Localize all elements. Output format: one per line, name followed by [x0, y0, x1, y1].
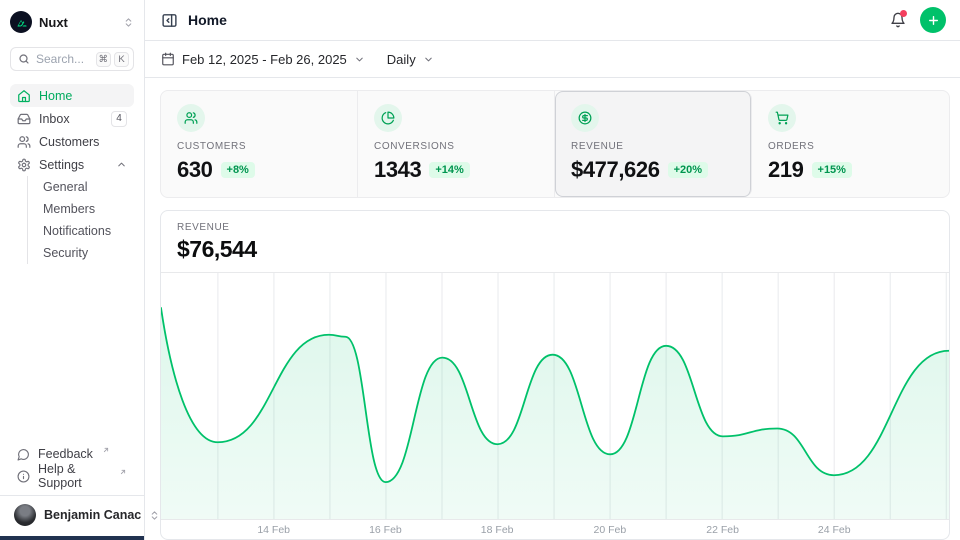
chevron-up-icon: [116, 159, 127, 170]
delta-badge: +15%: [812, 162, 852, 178]
chart-plot-area: [161, 272, 949, 519]
pie-chart-icon: [374, 104, 402, 132]
nuxt-logo-icon: [10, 11, 32, 33]
chevron-down-icon: [354, 54, 365, 65]
stat-label: CUSTOMERS: [177, 141, 341, 152]
notifications-button[interactable]: [890, 12, 906, 28]
delta-badge: +20%: [668, 162, 708, 178]
notification-dot: [900, 10, 907, 17]
users-icon: [17, 135, 31, 149]
search-placeholder: Search...: [36, 52, 90, 66]
stat-card[interactable]: CUSTOMERS 630 +8%: [161, 91, 358, 197]
stat-value: 630: [177, 157, 213, 183]
search-icon: [18, 53, 30, 65]
inbox-icon: [17, 112, 31, 126]
x-tick-label: 20 Feb: [593, 524, 626, 536]
cart-icon: [768, 104, 796, 132]
workspace-switcher[interactable]: Nuxt: [10, 10, 134, 34]
sidebar: Nuxt Search... ⌘ K Home: [0, 0, 145, 540]
user-name: Benjamin Canac: [44, 508, 141, 522]
gear-icon: [17, 158, 31, 172]
settings-subnav: General Members Notifications Security: [27, 176, 134, 264]
search-shortcut: ⌘ K: [96, 52, 130, 67]
chevron-down-icon: [423, 54, 434, 65]
sidebar-item-notifications[interactable]: Notifications: [28, 220, 134, 242]
sidebar-item-customers[interactable]: Customers: [10, 130, 134, 153]
avatar: [14, 504, 36, 526]
chevrons-up-down-icon: [149, 510, 160, 521]
sidebar-item-security[interactable]: Security: [28, 242, 134, 264]
calendar-icon: [161, 52, 175, 66]
search-input[interactable]: Search... ⌘ K: [10, 47, 134, 71]
plus-icon: [927, 14, 940, 27]
delta-badge: +8%: [221, 162, 255, 178]
users-icon: [177, 104, 205, 132]
chart-title: REVENUE: [177, 222, 933, 233]
x-tick-label: 16 Feb: [369, 524, 402, 536]
x-tick-label: 22 Feb: [706, 524, 739, 536]
home-icon: [17, 89, 31, 103]
stat-label: REVENUE: [571, 141, 735, 152]
devtools-bar: [0, 536, 144, 540]
chevrons-up-down-icon: [123, 17, 134, 28]
stat-card[interactable]: ORDERS 219 +15%: [752, 91, 949, 197]
revenue-chart-card: REVENUE $76,544: [160, 210, 950, 540]
message-icon: [17, 448, 30, 461]
dashboard-content: CUSTOMERS 630 +8% CONVERSIONS 1343 +14%: [145, 78, 960, 540]
chart-header: REVENUE $76,544: [161, 211, 949, 272]
page-title: Home: [188, 12, 227, 28]
stat-value: 1343: [374, 157, 421, 183]
chart-current-value: $76,544: [177, 236, 933, 263]
delta-badge: +14%: [429, 162, 469, 178]
external-link-icon: [119, 468, 127, 476]
granularity-select[interactable]: Daily: [387, 52, 434, 67]
add-button[interactable]: [920, 7, 946, 33]
top-header: Home: [145, 0, 960, 41]
granularity-value: Daily: [387, 52, 416, 67]
chart-x-axis: 14 Feb 16 Feb 18 Feb 20 Feb 22 Feb 24 Fe…: [161, 519, 949, 539]
sidebar-collapse-button[interactable]: [161, 12, 178, 29]
sidebar-item-settings[interactable]: Settings: [10, 153, 134, 176]
filters-toolbar: Feb 12, 2025 - Feb 26, 2025 Daily: [145, 41, 960, 78]
stat-value: $477,626: [571, 157, 660, 183]
x-tick-label: 24 Feb: [818, 524, 851, 536]
sidebar-item-label: Settings: [39, 158, 84, 172]
kbd-cmd: ⌘: [96, 52, 112, 67]
app-window: Nuxt Search... ⌘ K Home: [0, 0, 960, 540]
x-tick-label: 18 Feb: [481, 524, 514, 536]
stat-value: 219: [768, 157, 804, 183]
workspace-name: Nuxt: [39, 15, 68, 30]
date-range-value: Feb 12, 2025 - Feb 26, 2025: [182, 52, 347, 67]
sidebar-footer: Feedback Help & Support Benjamin Canac: [10, 443, 134, 532]
stat-label: CONVERSIONS: [374, 141, 538, 152]
external-link-icon: [102, 446, 110, 454]
sidebar-item-inbox[interactable]: Inbox 4: [10, 107, 134, 130]
kbd-k: K: [114, 52, 129, 67]
x-tick-label: 14 Feb: [257, 524, 290, 536]
stat-label: ORDERS: [768, 141, 933, 152]
sidebar-nav: Home Inbox 4 Customers Settings: [10, 84, 134, 264]
sidebar-item-home[interactable]: Home: [10, 84, 134, 107]
user-menu[interactable]: Benjamin Canac: [10, 496, 134, 532]
help-support-label: Help & Support: [38, 462, 110, 490]
sidebar-item-label: Home: [39, 89, 72, 103]
stat-card[interactable]: CONVERSIONS 1343 +14%: [358, 91, 555, 197]
stats-row: CUSTOMERS 630 +8% CONVERSIONS 1343 +14%: [160, 90, 950, 198]
sidebar-item-members[interactable]: Members: [28, 198, 134, 220]
feedback-label: Feedback: [38, 447, 93, 461]
help-support-link[interactable]: Help & Support: [10, 465, 134, 487]
sidebar-item-general[interactable]: General: [28, 176, 134, 198]
revenue-area-fill: [161, 308, 949, 519]
dollar-circle-icon: [571, 104, 599, 132]
sidebar-item-label: Inbox: [39, 112, 70, 126]
info-circle-icon: [17, 470, 30, 483]
revenue-area-chart: [161, 273, 949, 519]
sidebar-item-label: Customers: [39, 135, 99, 149]
inbox-count-badge: 4: [111, 111, 127, 127]
main-area: Home Feb 12, 2025 - Feb 26, 2025: [145, 0, 960, 540]
stat-card[interactable]: REVENUE $477,626 +20%: [555, 91, 752, 197]
date-range-picker[interactable]: Feb 12, 2025 - Feb 26, 2025: [161, 52, 365, 67]
